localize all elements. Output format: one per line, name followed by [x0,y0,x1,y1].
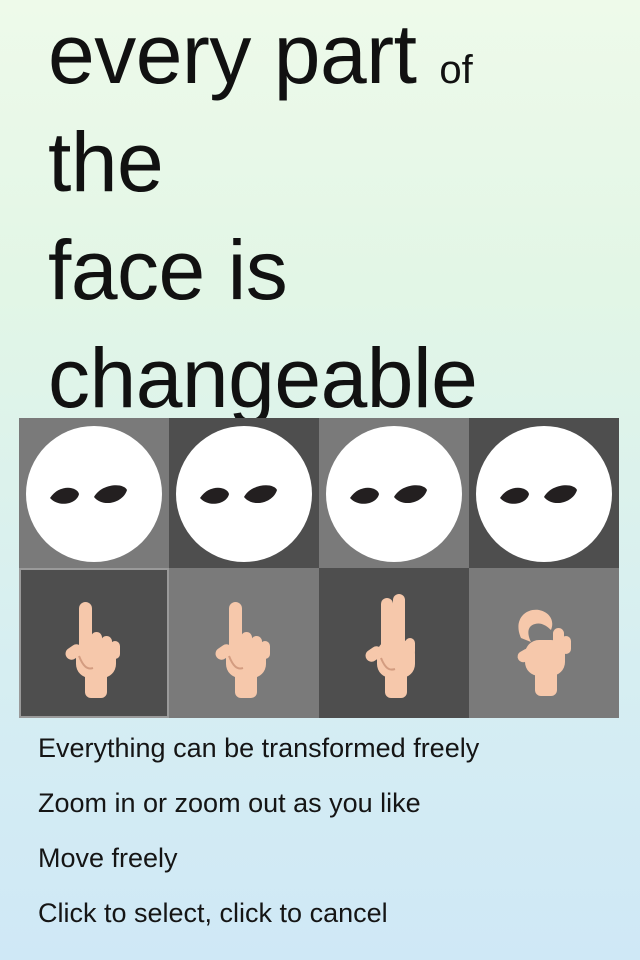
face-option-1[interactable] [19,418,169,568]
face-option-3[interactable] [319,418,469,568]
face-with-eyes-icon [26,426,162,562]
face-option-4[interactable] [469,418,619,568]
feature-item: Move freely [38,843,178,873]
headline-main-text: every part [48,7,417,101]
curled-fingers-hand-icon [517,609,571,696]
headline-line-3: face is [48,223,288,317]
feature-item: Everything can be transformed freely [38,733,480,763]
feature-list: Everything can be transformed freely Zoo… [38,726,628,946]
headline-line-2: the [48,115,164,209]
gesture-option-1[interactable] [19,568,169,718]
headline-line-1: every part of [48,0,628,108]
headline-line-4: changeable [48,331,478,425]
gesture-option-2[interactable] [169,568,319,718]
feature-item: Zoom in or zoom out as you like [38,788,421,818]
parts-picker-grid [19,418,621,718]
face-with-eyes-icon [176,426,312,562]
index-finger-up-hand-icon [215,602,270,698]
index-finger-up-hand-icon [65,602,120,698]
headline: every part of the face is changeable [48,0,628,432]
face-with-eyes-icon [326,426,462,562]
gesture-option-4[interactable] [469,568,619,718]
face-option-2[interactable] [169,418,319,568]
feature-item: Click to select, click to cancel [38,898,388,928]
headline-small-text: of [439,48,473,92]
two-fingers-up-hand-icon [365,594,415,698]
gesture-option-3[interactable] [319,568,469,718]
face-with-eyes-icon [476,426,612,562]
